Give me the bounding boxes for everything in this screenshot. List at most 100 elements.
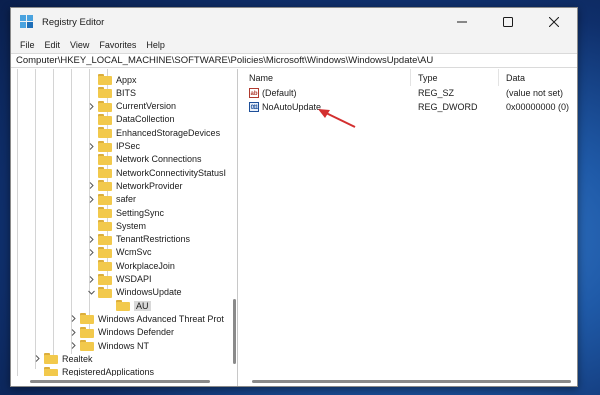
folder-icon <box>98 220 112 232</box>
folder-icon <box>116 300 130 312</box>
chevron-right-icon[interactable] <box>33 354 42 363</box>
tree-item-label: CurrentVersion <box>116 101 177 112</box>
folder-icon <box>98 153 112 165</box>
title-bar[interactable]: Registry Editor <box>11 8 577 36</box>
tree-item-label: WcmSvc <box>116 247 152 258</box>
menu-file[interactable]: File <box>15 40 40 50</box>
key-tree-pane[interactable]: Appx BITS CurrentVersion DataCollection Enha… <box>11 69 238 386</box>
tree-item-ipsec[interactable]: IPSec <box>87 140 140 153</box>
tree-item-au[interactable]: AU <box>105 299 151 312</box>
menu-edit[interactable]: Edit <box>40 40 66 50</box>
tree-item-label: safer <box>116 194 137 205</box>
folder-icon <box>98 246 112 258</box>
tree-item-label: AU <box>134 300 151 311</box>
tree-item-label: Realtek <box>62 353 93 364</box>
tree-item-bits[interactable]: BITS <box>87 86 136 99</box>
folder-icon <box>98 193 112 205</box>
tree-item-wsdapi[interactable]: WSDAPI <box>87 273 152 286</box>
tree-item-label: NetworkConnectivityStatusI <box>116 167 227 178</box>
folder-icon <box>98 87 112 99</box>
chevron-right-icon[interactable] <box>87 102 96 111</box>
tree-item-realtek[interactable]: Realtek <box>33 352 93 365</box>
tree-item-appx[interactable]: Appx <box>87 73 137 86</box>
chevron-right-icon[interactable] <box>87 195 96 204</box>
tree-item-windows-nt[interactable]: Windows NT <box>69 339 149 352</box>
tree-item-label: WSDAPI <box>116 274 152 284</box>
folder-icon <box>80 313 94 325</box>
tree-item-datacollection[interactable]: DataCollection <box>87 113 175 126</box>
tree-item-label: NetworkProvider <box>116 180 183 191</box>
tree-item-windows-defender[interactable]: Windows Defender <box>69 326 174 339</box>
menu-help[interactable]: Help <box>141 40 170 50</box>
registry-editor-app-icon <box>20 15 34 29</box>
address-path[interactable]: Computer\HKEY_LOCAL_MACHINE\SOFTWARE\Pol… <box>16 55 433 66</box>
tree-item-safer[interactable]: safer <box>87 193 136 206</box>
tree-item-label: WorkplaceJoin <box>116 260 175 271</box>
value-name: (Default) <box>262 88 297 98</box>
value-row-default[interactable]: ab (Default) REG_SZ (value not set) <box>242 86 577 100</box>
values-list-pane[interactable]: Name Type Data ab (Default) REG_SZ (valu… <box>242 69 577 386</box>
minimize-button[interactable] <box>439 8 485 36</box>
chevron-right-icon[interactable] <box>87 142 96 151</box>
chevron-right-icon[interactable] <box>87 181 96 190</box>
folder-icon <box>80 340 94 351</box>
minimize-icon <box>457 21 467 23</box>
tree-item-label: BITS <box>116 87 137 98</box>
chevron-right-icon[interactable] <box>87 275 96 284</box>
column-header-data[interactable]: Data <box>499 69 577 86</box>
value-name: NoAutoUpdate <box>262 102 322 112</box>
maximize-icon <box>503 17 513 27</box>
chevron-right-icon[interactable] <box>69 341 78 350</box>
folder-icon <box>80 326 94 338</box>
folder-icon <box>98 127 112 139</box>
folder-icon <box>98 286 112 298</box>
tree-item-windowsupdate[interactable]: WindowsUpdate <box>87 286 182 299</box>
tree-item-network-connections[interactable]: Network Connections <box>87 153 202 166</box>
tree-item-label: DataCollection <box>116 114 175 125</box>
list-horizontal-scrollbar[interactable] <box>242 376 577 386</box>
close-button[interactable] <box>531 8 577 36</box>
tree-vertical-scrollbar[interactable] <box>231 69 237 376</box>
folder-icon <box>98 233 112 245</box>
value-row-noautoupdate[interactable]: 011 NoAutoUpdate REG_DWORD 0x00000000 (0… <box>242 100 577 114</box>
registry-editor-window: Registry Editor File Edit View Favorites… <box>10 7 578 387</box>
value-type: REG_SZ <box>418 88 455 98</box>
tree-item-windows-advanced-threat-protection[interactable]: Windows Advanced Threat Prot <box>69 312 224 325</box>
menu-view[interactable]: View <box>65 40 94 50</box>
tree-item-label: EnhancedStorageDevices <box>116 127 221 138</box>
tree-item-workplacejoin[interactable]: WorkplaceJoin <box>87 259 175 272</box>
chevron-right-icon[interactable] <box>69 328 78 337</box>
tree-item-currentversion[interactable]: CurrentVersion <box>87 100 176 113</box>
tree-item-label: Windows Advanced Threat Prot <box>98 313 224 324</box>
address-bar[interactable]: Computer\HKEY_LOCAL_MACHINE\SOFTWARE\Pol… <box>11 53 577 68</box>
tree-item-tenantrestrictions[interactable]: TenantRestrictions <box>87 233 190 246</box>
menu-favorites[interactable]: Favorites <box>94 40 141 50</box>
chevron-down-icon[interactable] <box>87 288 96 297</box>
chevron-right-icon[interactable] <box>87 235 96 244</box>
folder-icon <box>98 140 112 152</box>
tree-horizontal-scrollbar[interactable] <box>11 376 237 386</box>
tree-item-settingsync[interactable]: SettingSync <box>87 206 164 219</box>
tree-item-networkconnectivitystatus[interactable]: NetworkConnectivityStatusI <box>87 166 226 179</box>
tree-item-enhancedstoragedevices[interactable]: EnhancedStorageDevices <box>87 126 220 139</box>
folder-icon <box>98 100 112 112</box>
folder-icon <box>98 167 112 179</box>
maximize-button[interactable] <box>485 8 531 36</box>
tree-item-label: Network Connections <box>116 154 202 165</box>
tree-item-wcmsvc[interactable]: WcmSvc <box>87 246 152 259</box>
folder-icon <box>98 180 112 192</box>
tree-item-system[interactable]: System <box>87 219 146 232</box>
chevron-right-icon[interactable] <box>87 248 96 257</box>
chevron-right-icon[interactable] <box>69 314 78 323</box>
column-header-name[interactable]: Name <box>242 69 411 86</box>
tree-item-networkprovider[interactable]: NetworkProvider <box>87 179 183 192</box>
tree-item-label: SettingSync <box>116 207 165 218</box>
column-header-type[interactable]: Type <box>411 69 499 86</box>
